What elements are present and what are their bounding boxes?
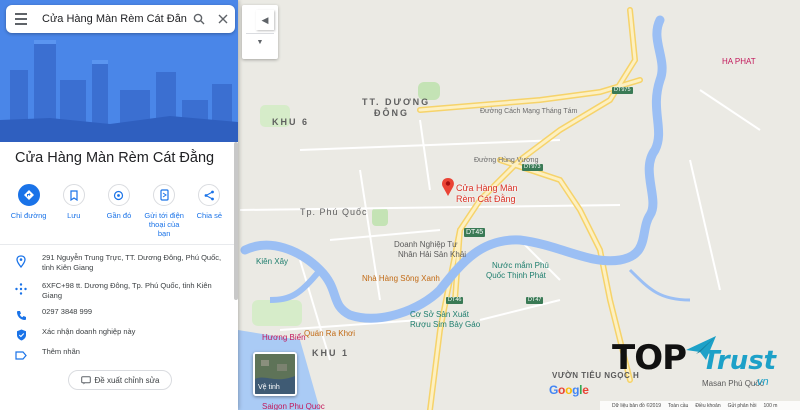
street-label-hung-vuong: Đường Hùng Vương xyxy=(474,157,539,164)
search-input[interactable]: Cửa Hàng Màn Rèm Cát Đằng xyxy=(36,13,187,25)
attribution-terms[interactable]: Điều khoản xyxy=(695,403,720,409)
toptrust-watermark: TOP Trust .vn xyxy=(612,336,798,394)
road-shield-dt45: DT45 xyxy=(464,228,486,237)
plus-code-icon xyxy=(14,282,28,296)
plus-code-text: 6XFC+98 tt. Dương Đông, Tp. Phú Quốc, tỉ… xyxy=(42,281,212,300)
area-label-city: Tp. Phú Quốc xyxy=(300,207,368,217)
map-attribution-bar: Dữ liệu bản đồ ©2019 Toàn cầu Điều khoản… xyxy=(600,401,800,410)
verify-business-text: Xác nhận doanh nghiệp này xyxy=(42,327,136,336)
attribution-data: Dữ liệu bản đồ ©2019 xyxy=(612,402,662,409)
scale-label[interactable]: 100 m xyxy=(764,403,778,409)
satellite-label: Vệ tinh xyxy=(258,384,280,391)
watermark-top: TOP xyxy=(612,338,687,378)
bookmark-icon xyxy=(62,184,85,206)
send-to-phone-label: Gửi tới điện thoại của bạn xyxy=(144,211,184,238)
road-shield-dt46: DT46 xyxy=(446,297,464,304)
poi-doanh-nghiep-1[interactable]: Doanh Nghiệp Tư xyxy=(394,240,457,249)
attribution-feedback[interactable]: Gửi phản hồi xyxy=(728,403,757,409)
poi-doanh-nghiep-2[interactable]: Nhân Hải Sản Khải xyxy=(398,250,466,259)
search-icon[interactable] xyxy=(187,5,211,33)
attribution-global[interactable]: Toàn cầu xyxy=(668,403,688,409)
share-icon xyxy=(198,184,221,206)
menu-icon[interactable] xyxy=(6,5,36,33)
label-icon xyxy=(14,348,28,362)
verified-shield-icon xyxy=(14,328,28,342)
pin-label-line2: Rèm Cát Đằng xyxy=(456,194,516,204)
poi-co-so-2[interactable]: Rượu Sim Bảy Gáo xyxy=(410,320,480,329)
suggest-edit-button[interactable]: Đề xuất chỉnh sửa xyxy=(68,370,172,390)
send-to-phone-button[interactable]: Gửi tới điện thoại của bạn xyxy=(143,184,185,242)
save-button[interactable]: Lưu xyxy=(53,184,95,242)
phone-text: 0297 3848 999 xyxy=(42,307,93,316)
satellite-layer-toggle[interactable]: Vệ tinh xyxy=(253,352,297,396)
nearby-icon xyxy=(107,184,130,206)
pin-label-line1: Cửa Hàng Màn xyxy=(456,183,518,193)
area-label-khu6: KHU 6 xyxy=(272,117,310,127)
area-label-tt-duong-dong-2: ĐÔNG xyxy=(374,108,409,118)
selected-place-label[interactable]: Cửa Hàng Màn Rèm Cát Đằng xyxy=(456,183,518,205)
search-box[interactable]: Cửa Hàng Màn Rèm Cát Đằng xyxy=(6,5,235,33)
share-label: Chia sẻ xyxy=(196,211,223,220)
poi-saigon-pq[interactable]: Saigon Phu Quoc xyxy=(262,402,325,410)
poi-huong-bien[interactable]: Hương Biển xyxy=(262,333,306,342)
control-divider xyxy=(246,33,274,34)
send-to-phone-icon xyxy=(153,184,176,206)
add-label-text: Thêm nhãn xyxy=(42,347,80,356)
place-side-panel: Cửa Hàng Màn Rèm Cát Đằng Cửa Hàng Màn R… xyxy=(0,0,238,410)
comment-icon xyxy=(80,375,91,384)
poi-song-xanh[interactable]: Nhà Hàng Sông Xanh xyxy=(362,274,440,283)
place-actions-bar: Chỉ đường Lưu Gần đó Gửi tới điện thoại … xyxy=(0,184,238,242)
suggest-edit-label: Đề xuất chỉnh sửa xyxy=(94,375,160,385)
share-button[interactable]: Chia sẻ xyxy=(188,184,230,242)
nearby-label: Gần đó xyxy=(106,211,132,220)
directions-button[interactable]: Chỉ đường xyxy=(8,184,50,242)
divider xyxy=(0,244,238,245)
watermark-trust: Trust xyxy=(702,346,777,376)
directions-label: Chỉ đường xyxy=(10,211,47,220)
phone-row[interactable]: 0297 3848 999 xyxy=(0,307,238,327)
road-shield-dt973: DT973 xyxy=(522,164,543,171)
area-label-tt-duong-dong: TT. DƯƠNG xyxy=(362,97,431,107)
collapse-panel-button[interactable]: ◀ xyxy=(256,10,274,30)
area-label-khu1: KHU 1 xyxy=(312,348,350,358)
verify-business-row[interactable]: Xác nhận doanh nghiệp này xyxy=(0,327,238,347)
phone-icon xyxy=(14,308,28,322)
plus-code-row[interactable]: 6XFC+98 tt. Dương Đông, Tp. Phú Quốc, tỉ… xyxy=(0,281,238,307)
watermark-vn: .vn xyxy=(754,376,769,388)
place-title: Cửa Hàng Màn Rèm Cát Đằng xyxy=(15,150,215,166)
save-label: Lưu xyxy=(67,211,81,220)
poi-co-so-1[interactable]: Cơ Sở Sản Xuất xyxy=(410,310,469,319)
chevron-left-icon: ◀ xyxy=(261,14,269,25)
poi-kien-xay[interactable]: Kiên Xây xyxy=(256,257,288,266)
add-label-row[interactable]: Thêm nhãn xyxy=(0,347,238,367)
road-shield-dt47: DT47 xyxy=(526,297,544,304)
chevron-down-icon[interactable]: ▼ xyxy=(242,39,278,46)
poi-nuoc-mam-1[interactable]: Nước mắm Phú xyxy=(492,261,549,270)
poi-nuoc-mam-2[interactable]: Quốc Thịnh Phát xyxy=(486,271,546,280)
directions-icon xyxy=(17,184,40,206)
place-info-list: 291 Nguyễn Trung Trực, TT. Dương Đông, P… xyxy=(0,253,238,367)
road-shield-dt975: DT975 xyxy=(612,87,633,94)
panel-scrollbar[interactable] xyxy=(234,142,238,300)
close-icon[interactable] xyxy=(211,5,235,33)
address-row[interactable]: 291 Nguyễn Trung Trực, TT. Dương Đông, P… xyxy=(0,253,238,281)
street-label-cach-mang: Đường Cách Mạng Tháng Tám xyxy=(480,108,578,115)
poi-ha-phat[interactable]: HA PHAT xyxy=(722,57,756,66)
google-logo: Google xyxy=(549,383,589,397)
poi-quan-ra-khoi[interactable]: Quán Ra Khơi xyxy=(304,329,355,338)
address-text: 291 Nguyễn Trung Trực, TT. Dương Đông, P… xyxy=(42,253,222,272)
nearby-button[interactable]: Gần đó xyxy=(98,184,140,242)
location-pin-icon xyxy=(14,254,28,268)
